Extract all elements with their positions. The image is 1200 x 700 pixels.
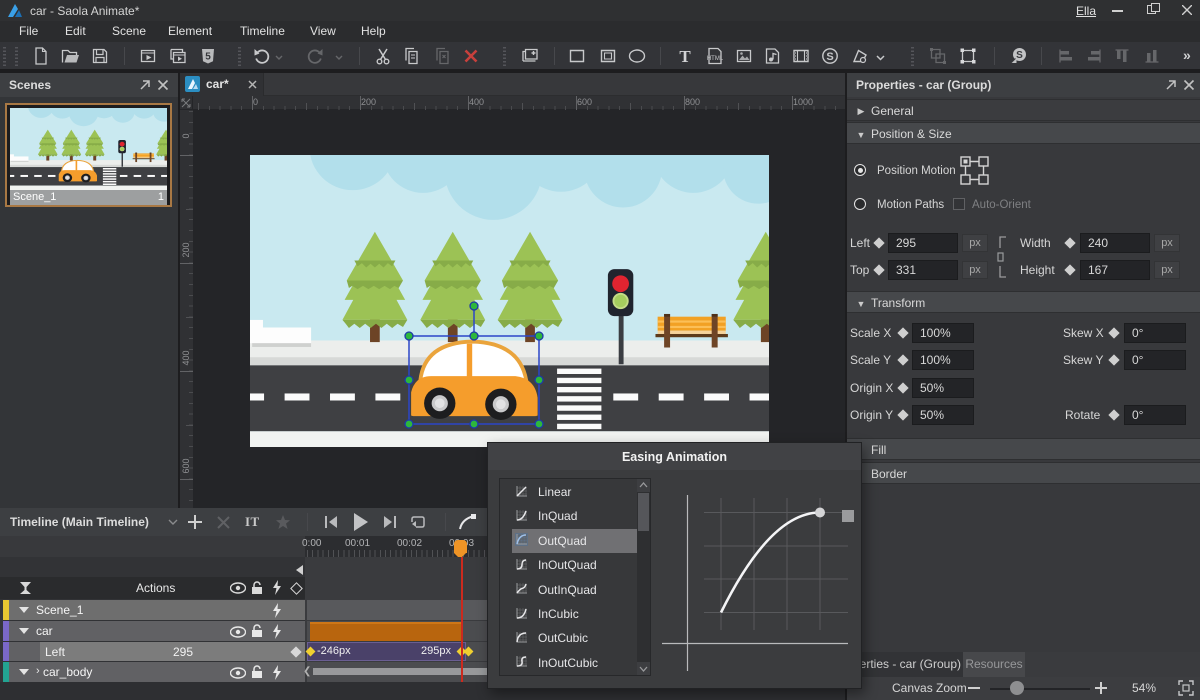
svg-text:HTML: HTML bbox=[707, 56, 724, 62]
svg-text:S: S bbox=[826, 51, 833, 63]
svg-text:T: T bbox=[679, 47, 691, 66]
svg-text:5: 5 bbox=[205, 52, 211, 63]
svg-text:S: S bbox=[1016, 50, 1023, 61]
